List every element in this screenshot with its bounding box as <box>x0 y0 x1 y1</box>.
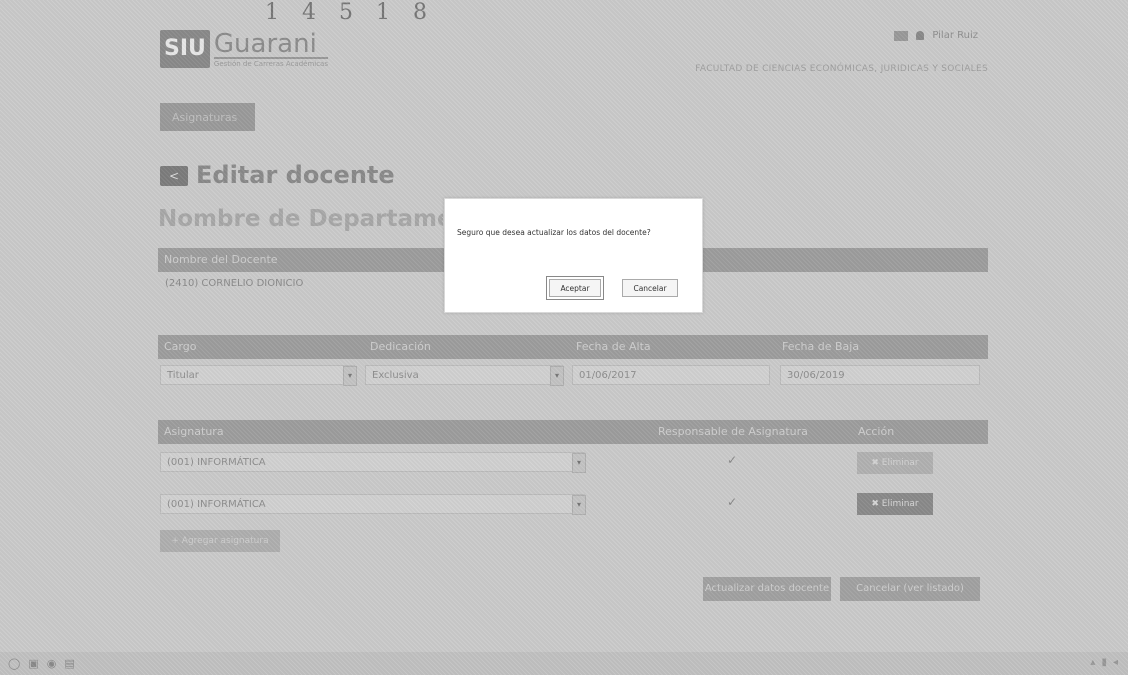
cancel-button[interactable]: Cancelar <box>622 279 678 297</box>
responsable-checkbox[interactable]: ✓ <box>727 495 737 509</box>
tray-icon[interactable]: ▴ <box>1090 657 1095 668</box>
cargo-header: Cargo <box>164 340 197 353</box>
language-flag-icon[interactable] <box>894 30 909 41</box>
asignaturas-header-bar: Asignatura Responsable de Asignatura Acc… <box>158 420 988 444</box>
logo-siu-badge: SIU <box>160 30 210 68</box>
dedicacion-select-arrow-icon[interactable]: ▾ <box>550 366 564 386</box>
cancelar-listado-button[interactable]: Cancelar (ver listado) <box>840 577 980 601</box>
volume-icon[interactable]: ◂ <box>1113 657 1118 668</box>
eliminar-asignatura-button[interactable]: ✖ Eliminar <box>857 493 933 515</box>
dedicacion-header: Dedicación <box>370 340 431 353</box>
page-background: 1 4 5 1 8 SIU Guarani Gestión de Carrera… <box>0 0 1128 675</box>
os-taskbar: ◯ ▣ ◉ ▤ ▴ ▮ ◂ <box>0 652 1128 675</box>
back-button[interactable]: < <box>160 166 188 186</box>
department-name: Nombre de Departamento:INFORMÁTICA <box>158 206 443 232</box>
actualizar-docente-button[interactable]: Actualizar datos docente <box>703 577 831 601</box>
confirm-dialog: Seguro que desea actualizar los datos de… <box>444 198 703 313</box>
docente-header-label: Nombre del Docente <box>164 253 278 266</box>
responsable-header: Responsable de Asignatura <box>658 425 808 438</box>
network-icon[interactable]: ▮ <box>1101 657 1107 668</box>
confirm-message: Seguro que desea actualizar los datos de… <box>457 228 651 237</box>
cargo-select[interactable]: Titular <box>160 365 355 385</box>
responsable-checkbox[interactable]: ✓ <box>727 453 737 467</box>
logo-name: Guarani <box>213 28 317 59</box>
eliminar-asignatura-button[interactable]: ✖ Eliminar <box>857 452 933 474</box>
user-menu[interactable]: Pilar Ruiz <box>932 30 978 41</box>
accion-header: Acción <box>858 425 895 438</box>
agregar-asignatura-button[interactable]: + Agregar asignatura <box>160 530 280 552</box>
asignatura-header: Asignatura <box>164 425 224 438</box>
asignatura-select[interactable]: (001) INFORMÁTICA <box>160 452 585 472</box>
app-icon[interactable]: ▤ <box>64 657 74 670</box>
fecha-baja-input[interactable]: 30/06/2019 <box>780 365 980 385</box>
fecha-alta-header: Fecha de Alta <box>576 340 651 353</box>
docente-value: (2410) CORNELIO DIONICIO <box>165 278 304 289</box>
handwritten-mark: 1 4 5 1 8 <box>265 0 435 25</box>
fecha-alta-input[interactable]: 01/06/2017 <box>572 365 770 385</box>
siu-guarani-logo[interactable]: SIU Guarani Gestión de Carreras Académic… <box>160 30 328 68</box>
accept-button[interactable]: Aceptar <box>546 276 604 300</box>
page-title: Editar docente <box>196 161 395 189</box>
cargo-header-bar: Cargo Dedicación Fecha de Alta Fecha de … <box>158 335 988 359</box>
taskview-icon[interactable]: ▣ <box>28 657 38 670</box>
cargo-select-arrow-icon[interactable]: ▾ <box>343 366 357 386</box>
logo-text: Guarani Gestión de Carreras Académicas <box>213 28 328 68</box>
institution-header: FACULTAD DE CIENCIAS ECONÓMICAS, JURIDIC… <box>695 64 988 74</box>
asignatura-select-arrow-icon[interactable]: ▾ <box>572 495 586 515</box>
dedicacion-select[interactable]: Exclusiva <box>365 365 563 385</box>
fecha-baja-header: Fecha de Baja <box>782 340 860 353</box>
browser-icon[interactable]: ◉ <box>47 657 57 670</box>
system-tray: ▴ ▮ ◂ <box>1090 657 1118 668</box>
asignatura-select[interactable]: (001) INFORMÁTICA <box>160 494 585 514</box>
start-icon[interactable]: ◯ <box>8 657 20 670</box>
taskbar-icons: ◯ ▣ ◉ ▤ <box>8 657 75 670</box>
asignaturas-nav-button[interactable]: Asignaturas <box>160 103 255 131</box>
user-icon <box>916 31 925 40</box>
asignatura-select-arrow-icon[interactable]: ▾ <box>572 453 586 473</box>
header-user-area: Pilar Ruiz <box>894 30 978 41</box>
